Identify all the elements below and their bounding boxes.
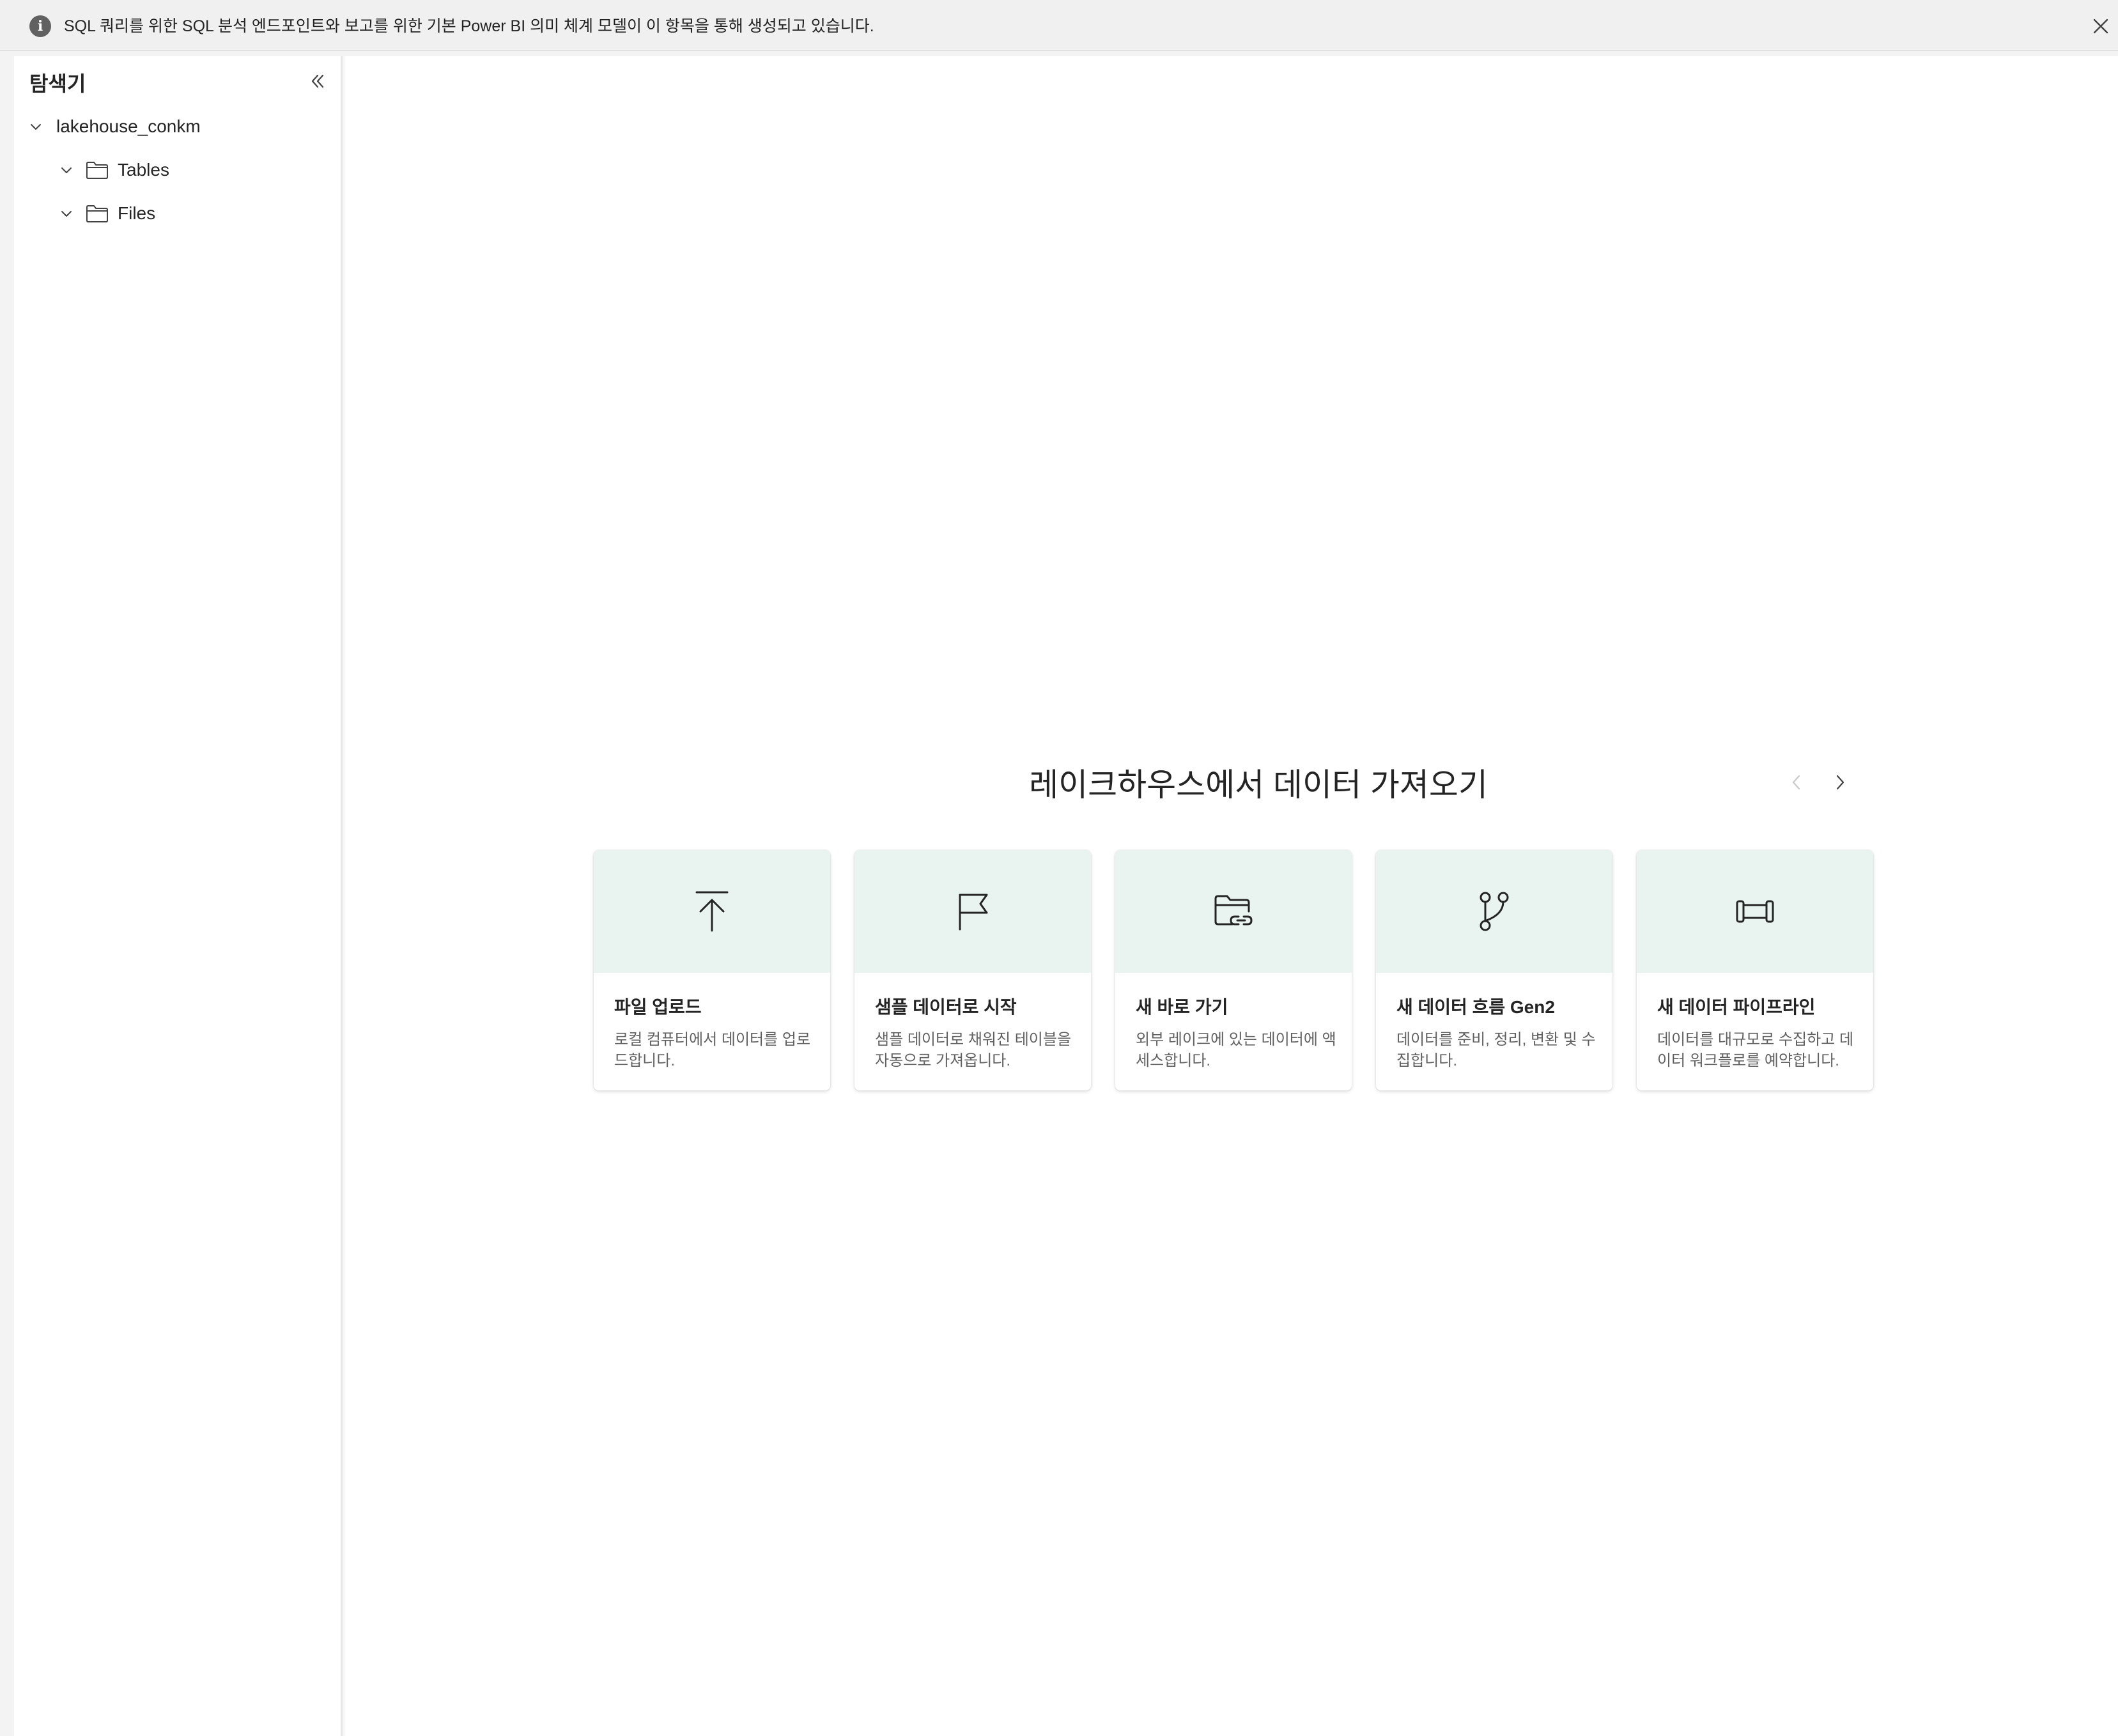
double-chevron-left-icon[interactable] [303, 66, 332, 96]
card-title: 새 데이터 파이프라인 [1657, 997, 1816, 1017]
card-title: 새 데이터 흐름 Gen2 [1396, 997, 1555, 1017]
tree-item-tables[interactable]: Tables [54, 152, 169, 188]
card-title: 샘플 데이터로 시작 [875, 997, 1017, 1017]
tree-item-label: Files [118, 203, 156, 223]
pipeline-icon [1637, 850, 1873, 973]
info-icon: i [29, 15, 51, 37]
card-upload-files[interactable]: 파일 업로드 로컬 컴퓨터에서 데이터를 업로드합니다. [594, 850, 830, 1090]
card-description: 데이터를 준비, 정리, 변환 및 수집합니다. [1396, 1031, 1596, 1069]
card-description: 데이터를 대규모로 수집하고 데이터 워크플로를 예약합니다. [1657, 1031, 1854, 1069]
tree-item-lakehouse[interactable]: lakehouse_conkm [23, 109, 201, 144]
banner-message: SQL 쿼리를 위한 SQL 분석 엔드포인트와 보고를 위한 기본 Power… [64, 17, 874, 35]
flag-icon [854, 850, 1091, 973]
chevron-left-icon[interactable] [1782, 768, 1811, 796]
chevron-down-icon[interactable] [54, 157, 79, 183]
folder-icon [83, 157, 111, 183]
card-description: 샘플 데이터로 채워진 테이블을 자동으로 가져옵니다. [875, 1031, 1072, 1069]
card-new-dataflow[interactable]: 새 데이터 흐름 Gen2 데이터를 준비, 정리, 변환 및 수집합니다. [1376, 850, 1612, 1090]
explorer-title: 탐색기 [29, 72, 86, 95]
chevron-down-icon[interactable] [54, 201, 79, 226]
upload-icon [594, 850, 830, 973]
tree-item-label: Tables [118, 160, 169, 180]
card-description: 로컬 컴퓨터에서 데이터를 업로드합니다. [614, 1031, 811, 1069]
folder-link-icon [1115, 850, 1352, 973]
folder-icon [83, 201, 111, 226]
explorer-panel: 탐색기 lakehouse_conkm Tables Files [14, 56, 343, 1736]
info-banner: i SQL 쿼리를 위한 SQL 분석 엔드포인트와 보고를 위한 기본 Pow… [0, 0, 2118, 51]
chevron-down-icon[interactable] [23, 114, 49, 139]
card-description: 외부 레이크에 있는 데이터에 액세스합니다. [1136, 1031, 1336, 1069]
card-sample-data[interactable]: 샘플 데이터로 시작 샘플 데이터로 채워진 테이블을 자동으로 가져옵니다. [854, 850, 1091, 1090]
chevron-right-icon[interactable] [1826, 768, 1854, 796]
card-title: 새 바로 가기 [1136, 997, 1228, 1017]
card-title: 파일 업로드 [614, 997, 702, 1017]
main-content: 레이크하우스에서 데이터 가져오기 파일 업로드 로컬 컴퓨터에서 데이터를 업… [344, 56, 2118, 1736]
tree-item-files[interactable]: Files [54, 196, 155, 231]
close-icon[interactable] [2090, 15, 2112, 37]
card-new-shortcut[interactable]: 새 바로 가기 외부 레이크에 있는 데이터에 액세스합니다. [1115, 850, 1352, 1090]
get-data-heading: 레이크하우스에서 데이터 가져오기 [1029, 767, 1488, 803]
tree-item-label: lakehouse_conkm [56, 116, 201, 136]
card-new-pipeline[interactable]: 새 데이터 파이프라인 데이터를 대규모로 수집하고 데이터 워크플로를 예약합… [1637, 850, 1873, 1090]
branch-icon [1376, 850, 1612, 973]
